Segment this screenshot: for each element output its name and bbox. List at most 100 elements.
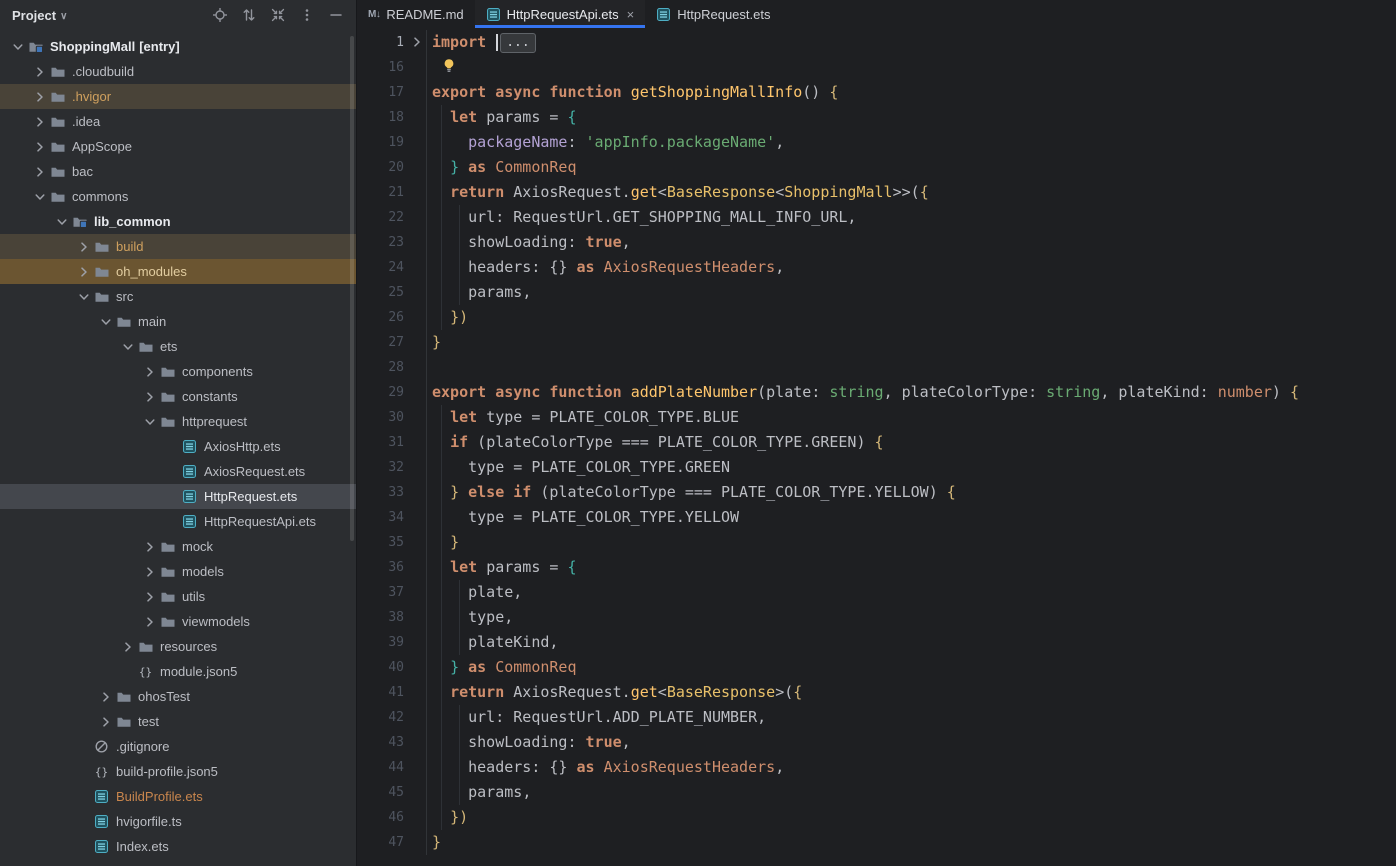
tree-item-commons[interactable]: commons <box>0 184 356 209</box>
tree-item-mock[interactable]: mock <box>0 534 356 559</box>
line-number[interactable]: 1 <box>357 30 427 55</box>
tree-item-buildprofile-ets[interactable]: BuildProfile.ets <box>0 784 356 809</box>
code-line-19[interactable]: 19 packageName: 'appInfo.packageName', <box>357 130 1396 155</box>
more-options-icon[interactable] <box>299 7 315 23</box>
chevron-right-icon[interactable] <box>140 589 160 605</box>
chevron-down-icon[interactable] <box>96 314 116 330</box>
chevron-right-icon[interactable] <box>140 564 160 580</box>
tree-item-module-json5[interactable]: {}module.json5 <box>0 659 356 684</box>
code-line-33[interactable]: 33 } else if (plateColorType === PLATE_C… <box>357 480 1396 505</box>
chevron-down-icon[interactable] <box>52 214 72 230</box>
chevron-right-icon[interactable] <box>140 364 160 380</box>
line-number[interactable]: 34 <box>357 505 427 530</box>
line-number[interactable]: 17 <box>357 80 427 105</box>
project-tree-scrollbar[interactable] <box>350 36 354 541</box>
tree-item-test[interactable]: test <box>0 709 356 734</box>
line-number[interactable]: 39 <box>357 630 427 655</box>
tree-item-models[interactable]: models <box>0 559 356 584</box>
code-line-27[interactable]: 27} <box>357 330 1396 355</box>
tree-item-build[interactable]: build <box>0 234 356 259</box>
line-number[interactable]: 38 <box>357 605 427 630</box>
line-number[interactable]: 21 <box>357 180 427 205</box>
line-number[interactable]: 42 <box>357 705 427 730</box>
tree-item-hvigor[interactable]: .hvigor <box>0 84 356 109</box>
code-line-20[interactable]: 20 } as CommonReq <box>357 155 1396 180</box>
line-number[interactable]: 20 <box>357 155 427 180</box>
tree-item-ets[interactable]: ets <box>0 334 356 359</box>
code-line-35[interactable]: 35 } <box>357 530 1396 555</box>
tree-item-utils[interactable]: utils <box>0 584 356 609</box>
tree-item-ohostest[interactable]: ohosTest <box>0 684 356 709</box>
line-number[interactable]: 23 <box>357 230 427 255</box>
code-line-16[interactable]: 16 <box>357 55 1396 80</box>
tree-item-oh-modules[interactable]: oh_modules <box>0 259 356 284</box>
hide-panel-icon[interactable] <box>328 7 344 23</box>
line-number[interactable]: 22 <box>357 205 427 230</box>
code-line-39[interactable]: 39 plateKind, <box>357 630 1396 655</box>
code-line-45[interactable]: 45 params, <box>357 780 1396 805</box>
chevron-right-icon[interactable] <box>74 239 94 255</box>
chevron-down-icon[interactable] <box>74 289 94 305</box>
line-number[interactable]: 35 <box>357 530 427 555</box>
line-number[interactable]: 30 <box>357 405 427 430</box>
tree-item-hvigorfile-ts[interactable]: hvigorfile.ts <box>0 809 356 834</box>
tree-item-httprequest[interactable]: httprequest <box>0 409 356 434</box>
line-number[interactable]: 18 <box>357 105 427 130</box>
line-number[interactable]: 16 <box>357 55 427 80</box>
locate-file-icon[interactable] <box>212 7 228 23</box>
code-line-1[interactable]: 1import ... <box>357 30 1396 55</box>
code-line-25[interactable]: 25 params, <box>357 280 1396 305</box>
chevron-down-icon[interactable] <box>118 339 138 355</box>
code-line-40[interactable]: 40 } as CommonReq <box>357 655 1396 680</box>
tree-item-components[interactable]: components <box>0 359 356 384</box>
tree-item-gitignore[interactable]: .gitignore <box>0 734 356 759</box>
code-line-34[interactable]: 34 type = PLATE_COLOR_TYPE.YELLOW <box>357 505 1396 530</box>
line-number[interactable]: 31 <box>357 430 427 455</box>
line-number[interactable]: 25 <box>357 280 427 305</box>
tab-httprequestapi-ets[interactable]: HttpRequestApi.ets× <box>475 0 646 28</box>
line-number[interactable]: 24 <box>357 255 427 280</box>
chevron-right-icon[interactable] <box>30 139 50 155</box>
line-number[interactable]: 29 <box>357 380 427 405</box>
line-number[interactable]: 44 <box>357 755 427 780</box>
tree-item-lib-common[interactable]: lib_common <box>0 209 356 234</box>
chevron-right-icon[interactable] <box>30 64 50 80</box>
folded-region[interactable]: ... <box>500 33 535 53</box>
tree-item-bac[interactable]: bac <box>0 159 356 184</box>
chevron-right-icon[interactable] <box>30 89 50 105</box>
intention-bulb-icon[interactable] <box>442 58 456 73</box>
expand-items-icon[interactable] <box>241 7 257 23</box>
code-line-24[interactable]: 24 headers: {} as AxiosRequestHeaders, <box>357 255 1396 280</box>
tree-item-appscope[interactable]: AppScope <box>0 134 356 159</box>
code-line-42[interactable]: 42 url: RequestUrl.ADD_PLATE_NUMBER, <box>357 705 1396 730</box>
line-number[interactable]: 33 <box>357 480 427 505</box>
code-line-22[interactable]: 22 url: RequestUrl.GET_SHOPPING_MALL_INF… <box>357 205 1396 230</box>
code-line-46[interactable]: 46 }) <box>357 805 1396 830</box>
code-line-32[interactable]: 32 type = PLATE_COLOR_TYPE.GREEN <box>357 455 1396 480</box>
project-tool-window-selector[interactable]: Project ∨ <box>12 8 67 23</box>
chevron-right-icon[interactable] <box>118 639 138 655</box>
fold-marker-icon[interactable] <box>409 34 425 50</box>
line-number[interactable]: 37 <box>357 580 427 605</box>
chevron-down-icon[interactable] <box>30 189 50 205</box>
code-line-38[interactable]: 38 type, <box>357 605 1396 630</box>
tab-httprequest-ets[interactable]: HttpRequest.ets <box>645 0 781 28</box>
chevron-down-icon[interactable] <box>140 414 160 430</box>
chevron-down-icon[interactable] <box>8 39 28 55</box>
tree-item-main[interactable]: main <box>0 309 356 334</box>
line-number[interactable]: 19 <box>357 130 427 155</box>
tree-item-build-profile-json5[interactable]: {}build-profile.json5 <box>0 759 356 784</box>
chevron-right-icon[interactable] <box>74 264 94 280</box>
line-number[interactable]: 47 <box>357 830 427 855</box>
tree-item-idea[interactable]: .idea <box>0 109 356 134</box>
code-line-36[interactable]: 36 let params = { <box>357 555 1396 580</box>
line-number[interactable]: 40 <box>357 655 427 680</box>
chevron-right-icon[interactable] <box>30 114 50 130</box>
tree-item-src[interactable]: src <box>0 284 356 309</box>
code-line-17[interactable]: 17export async function getShoppingMallI… <box>357 80 1396 105</box>
line-number[interactable]: 43 <box>357 730 427 755</box>
line-number[interactable]: 28 <box>357 355 427 380</box>
code-line-28[interactable]: 28 <box>357 355 1396 380</box>
tree-item-httprequest-ets[interactable]: HttpRequest.ets <box>0 484 356 509</box>
code-line-30[interactable]: 30 let type = PLATE_COLOR_TYPE.BLUE <box>357 405 1396 430</box>
